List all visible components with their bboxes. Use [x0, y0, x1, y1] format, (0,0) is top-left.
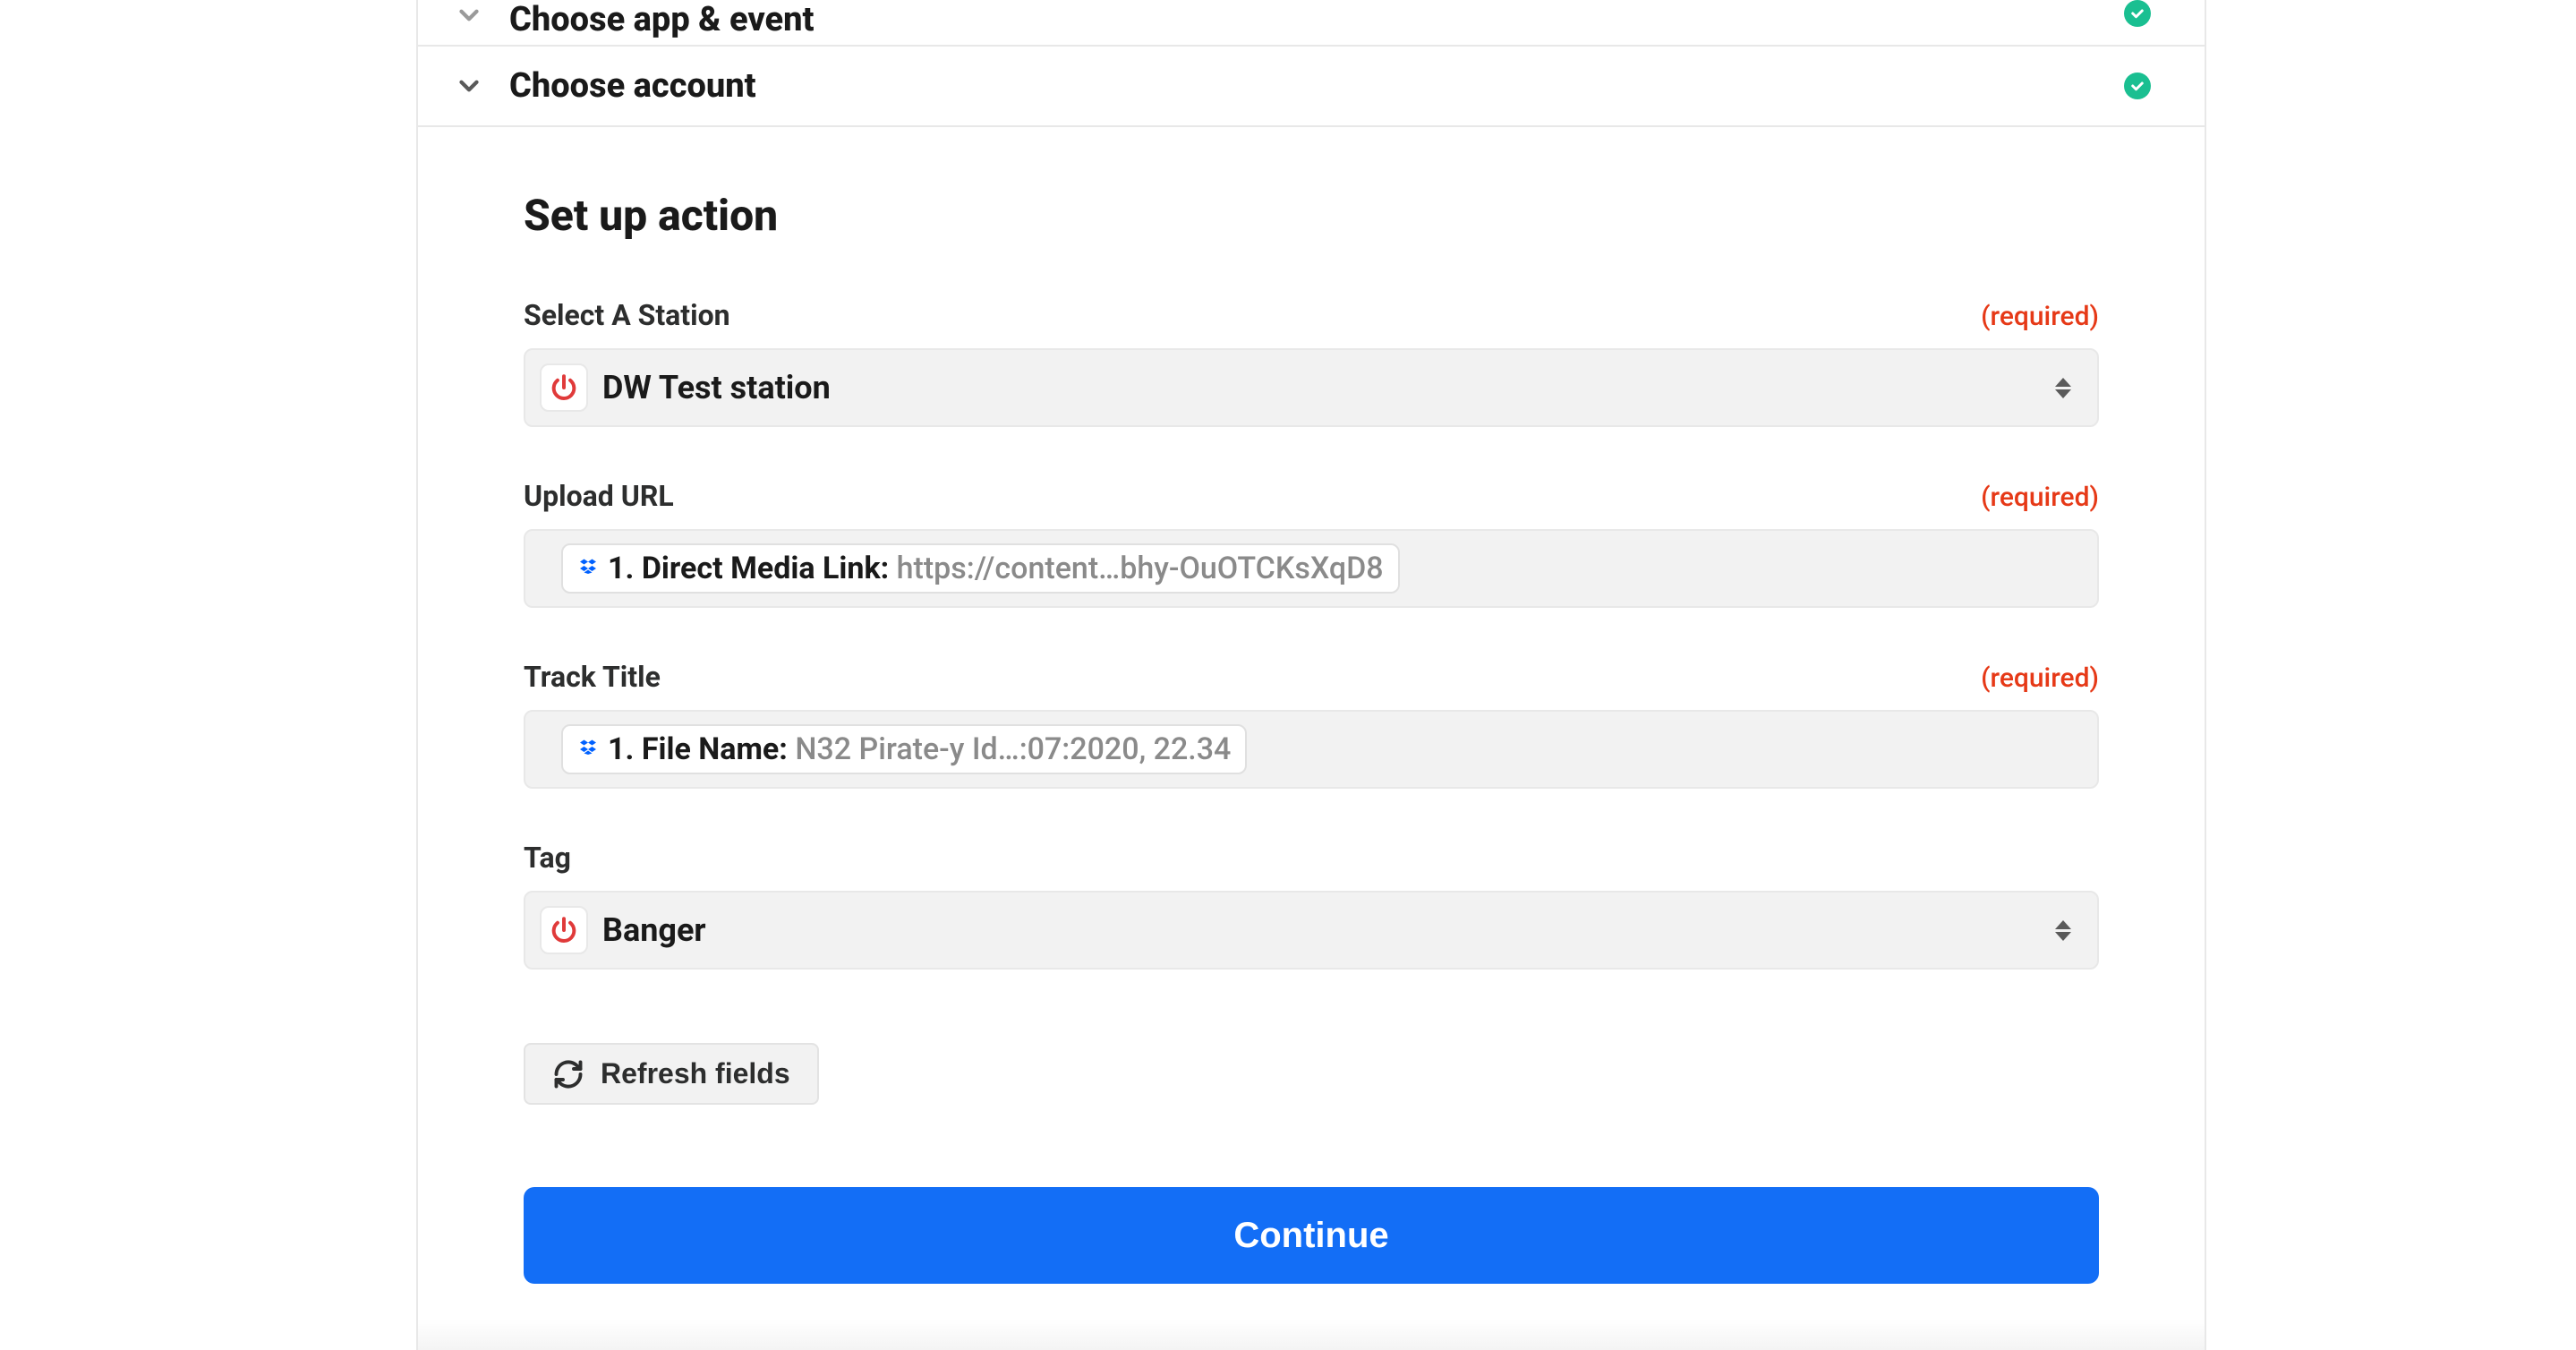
field-upload-url: Upload URL (required) 1. Direct Media Li… [524, 479, 2099, 608]
label-track-title: Track Title [524, 660, 661, 694]
track-title-pill-text: 1. File Name: N32 Pirate-y Id…:07:2020, … [608, 731, 1231, 767]
upload-url-pill[interactable]: 1. Direct Media Link: https://content…bh… [561, 543, 1400, 594]
check-icon [2124, 73, 2151, 99]
tag-value: Banger [602, 911, 2052, 949]
dropbox-icon [577, 558, 599, 579]
required-tag: (required) [1981, 301, 2099, 332]
bottom-shadow [418, 1320, 2205, 1350]
section-choose-account[interactable]: Choose account [418, 47, 2205, 127]
chevron-down-icon [454, 0, 484, 30]
label-tag: Tag [524, 841, 571, 875]
setup-action-form: Set up action Select A Station (required… [418, 127, 2205, 1320]
power-icon [540, 363, 588, 412]
required-tag: (required) [1981, 482, 2099, 513]
continue-button[interactable]: Continue [524, 1187, 2099, 1284]
field-station: Select A Station (required) DW Test stat… [524, 298, 2099, 427]
chevron-down-icon [454, 71, 484, 101]
station-value: DW Test station [602, 369, 2052, 406]
station-select[interactable]: DW Test station [524, 348, 2099, 427]
upload-url-input[interactable]: 1. Direct Media Link: https://content…bh… [524, 529, 2099, 608]
refresh-icon [552, 1058, 584, 1090]
field-track-title: Track Title (required) 1. File Name: N32… [524, 660, 2099, 789]
field-tag: Tag Banger [524, 841, 2099, 970]
section-title-account: Choose account [509, 66, 2099, 106]
tag-select[interactable]: Banger [524, 891, 2099, 970]
section-title-app: Choose app & event [509, 0, 2099, 39]
track-title-pill[interactable]: 1. File Name: N32 Pirate-y Id…:07:2020, … [561, 724, 1247, 774]
upload-url-pill-text: 1. Direct Media Link: https://content…bh… [608, 551, 1384, 586]
refresh-label: Refresh fields [601, 1057, 790, 1090]
label-station: Select A Station [524, 298, 730, 332]
form-heading: Set up action [524, 190, 2099, 241]
refresh-fields-button[interactable]: Refresh fields [524, 1043, 819, 1105]
label-upload-url: Upload URL [524, 479, 674, 513]
sort-arrows-icon [2052, 378, 2074, 398]
section-choose-app[interactable]: Choose app & event [418, 0, 2205, 47]
check-icon [2124, 0, 2151, 27]
track-title-input[interactable]: 1. File Name: N32 Pirate-y Id…:07:2020, … [524, 710, 2099, 789]
power-icon [540, 906, 588, 954]
dropbox-icon [577, 739, 599, 760]
sort-arrows-icon [2052, 920, 2074, 941]
required-tag: (required) [1981, 662, 2099, 694]
